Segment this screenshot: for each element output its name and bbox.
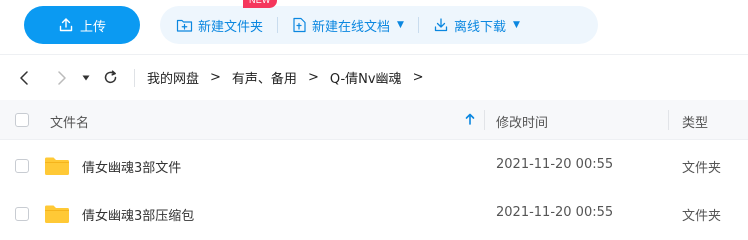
file-name[interactable]: 倩女幽魂3部文件	[82, 157, 181, 176]
row-checkbox[interactable]	[15, 207, 29, 221]
offline-download-button[interactable]: 离线下载 ▼	[433, 16, 520, 35]
folder-icon	[44, 204, 70, 228]
chevron-down-icon: ▼	[512, 20, 520, 30]
file-name[interactable]: 倩女幽魂3部压缩包	[82, 205, 194, 224]
action-group: 新建文件夹 新建在线文档 ▼ 离线下载 ▼	[160, 6, 598, 44]
back-arrow-icon	[20, 70, 28, 85]
refresh-button[interactable]	[100, 68, 120, 88]
new-folder-button[interactable]: 新建文件夹	[176, 16, 263, 35]
new-online-doc-label: 新建在线文档	[312, 19, 391, 35]
column-header-type[interactable]: 类型	[682, 112, 708, 131]
column-divider[interactable]	[484, 110, 485, 130]
navigation-bar: 我的网盘 > 有声、备用 > Q-倩Nv幽魂 >	[0, 54, 748, 100]
upload-icon	[58, 17, 74, 33]
new-folder-icon	[176, 18, 193, 33]
new-doc-icon	[292, 17, 307, 33]
file-type: 文件夹	[682, 161, 722, 176]
table-header: 文件名 修改时间 类型	[0, 100, 748, 140]
chevron-down-icon: ▼	[397, 20, 404, 30]
modified-time: 2021-11-20 00:55	[496, 205, 614, 220]
refresh-icon	[104, 70, 116, 84]
upload-button[interactable]: 上传	[24, 6, 140, 44]
table-row[interactable]: 倩女幽魂3部文件 2021-11-20 00:55 文件夹	[0, 142, 748, 190]
divider	[277, 17, 279, 33]
breadcrumb-separator: >	[412, 70, 424, 85]
modified-time: 2021-11-20 00:55	[496, 157, 614, 172]
new-online-doc-button[interactable]: 新建在线文档 ▼	[292, 16, 404, 35]
history-dropdown-button[interactable]	[76, 68, 96, 88]
sort-ascending-icon[interactable]	[465, 113, 475, 129]
column-header-modified[interactable]: 修改时间	[496, 112, 548, 131]
breadcrumb-item-root[interactable]: 我的网盘	[147, 68, 199, 87]
upload-label: 上传	[79, 19, 106, 35]
back-button[interactable]	[14, 68, 34, 88]
file-type: 文件夹	[682, 209, 722, 224]
table-row[interactable]: 倩女幽魂3部压缩包 2021-11-20 00:55 文件夹	[0, 190, 748, 238]
offline-download-label: 离线下载	[453, 19, 506, 35]
breadcrumb-item-current[interactable]: Q-倩Nv幽魂	[330, 68, 402, 87]
toolbar: 上传 新建文件夹 新建在线文档 ▼ 离线下载 ▼ NEW	[0, 0, 748, 54]
folder-icon	[44, 156, 70, 180]
divider	[134, 68, 135, 87]
new-badge: NEW	[243, 0, 277, 8]
select-all-checkbox[interactable]	[15, 113, 29, 127]
breadcrumb-item[interactable]: 有声、备用	[232, 68, 297, 87]
forward-button[interactable]	[52, 68, 72, 88]
divider	[417, 17, 419, 33]
new-folder-label: 新建文件夹	[198, 19, 264, 35]
breadcrumb-separator: >	[307, 70, 319, 85]
row-checkbox[interactable]	[15, 159, 29, 173]
column-header-name[interactable]: 文件名	[50, 112, 89, 131]
forward-arrow-icon	[58, 70, 66, 85]
breadcrumb-separator: >	[210, 70, 221, 85]
caret-down-icon	[82, 75, 90, 80]
column-divider[interactable]	[668, 110, 669, 130]
download-icon	[433, 17, 449, 33]
